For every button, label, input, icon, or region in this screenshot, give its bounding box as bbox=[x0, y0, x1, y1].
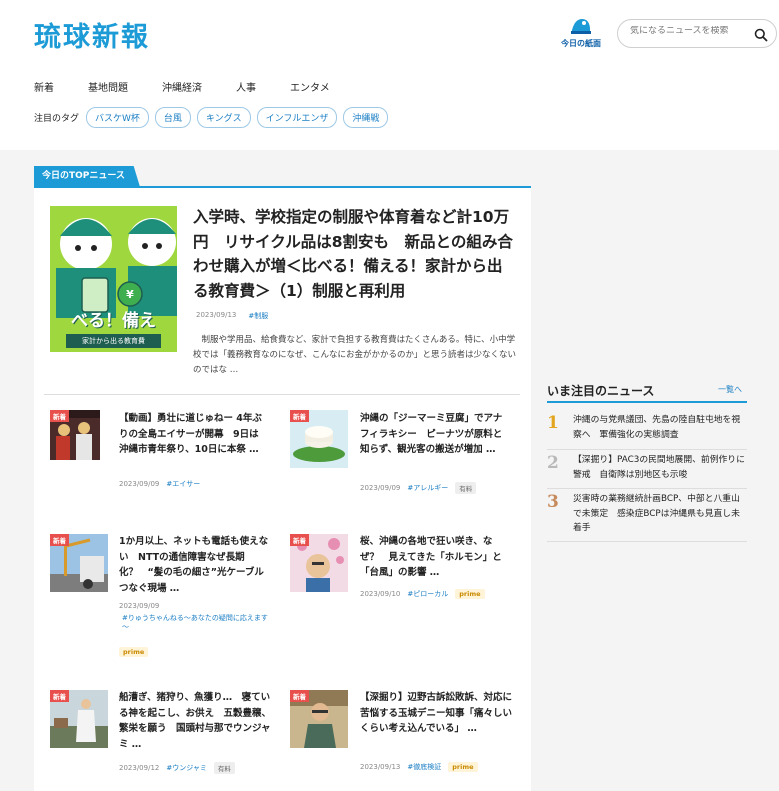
article-meta-label: prime bbox=[112, 639, 149, 658]
tag-link[interactable]: 台風 bbox=[154, 107, 191, 128]
search-box bbox=[617, 19, 777, 48]
lead-article-date: 2023/09/13 bbox=[196, 311, 237, 319]
rank-number: 2 bbox=[547, 453, 559, 473]
todays-paper-link[interactable]: 今日の紙面 bbox=[558, 16, 604, 49]
article-thumbnail[interactable]: 新着 bbox=[50, 690, 108, 748]
article-date: 2023/09/09 bbox=[360, 484, 401, 492]
svg-text:¥: ¥ bbox=[126, 288, 134, 301]
article-thumbnail[interactable]: 新着 bbox=[290, 534, 348, 592]
article-tag[interactable]: #エイサー bbox=[166, 479, 200, 489]
site-logo[interactable]: 琉球新報 bbox=[34, 15, 150, 54]
lead-article-meta: 2023/09/13 #制服 bbox=[196, 311, 268, 321]
article-date: 2023/09/09 bbox=[119, 602, 160, 610]
prime-badge: prime bbox=[119, 647, 149, 657]
rank-number: 1 bbox=[547, 413, 559, 433]
featured-tags-label: 注目のタグ bbox=[34, 114, 80, 124]
article-date: 2023/09/12 bbox=[119, 764, 160, 772]
lead-image-caption-2: 家計から出る教育費 bbox=[66, 334, 161, 348]
new-badge: 新着 bbox=[50, 534, 69, 546]
article-title[interactable]: 沖縄の「ジーマーミ豆腐」でアナフィラキシー ピーナツが原料と知らず、観光客の搬送… bbox=[360, 411, 510, 458]
nav-item-economy[interactable]: 沖縄経済 bbox=[162, 79, 202, 94]
article-thumbnail[interactable]: 新着 bbox=[290, 690, 348, 748]
lead-article-title[interactable]: 入学時、学校指定の制服や体育着など計10万円 リサイクル品は8割安も 新品との組… bbox=[193, 205, 518, 303]
nav-item-new[interactable]: 新着 bbox=[34, 79, 54, 94]
prime-badge: prime bbox=[455, 589, 485, 599]
top-news-label: 今日のTOPニュース bbox=[34, 166, 140, 187]
article-thumbnail[interactable]: 新着 bbox=[290, 410, 348, 468]
search-icon[interactable] bbox=[754, 27, 768, 46]
rank-number: 3 bbox=[547, 492, 559, 512]
tag-link[interactable]: インフルエンザ bbox=[256, 107, 338, 128]
article-tag[interactable]: #ウンジャミ bbox=[166, 763, 207, 773]
article-date: 2023/09/10 bbox=[360, 590, 401, 598]
trending-item[interactable]: 3 災害時の業務継続計画BCP、中部と八重山で未策定 感染症BCPは沖縄県も見直… bbox=[547, 492, 747, 542]
divider bbox=[44, 394, 520, 395]
featured-tags: 注目のタグ バスケW杯 台風 キングス インフルエンザ 沖縄戦 bbox=[34, 107, 394, 128]
main-nav: 新着 基地問題 沖縄経済 人事 エンタメ bbox=[34, 79, 364, 94]
article-title[interactable]: 船漕ぎ、猪狩り、魚獲り… 寝ている神を起こし、お供え 五穀豊穣、繁栄を願う 国頭… bbox=[119, 690, 274, 752]
article-meta: 2023/09/09 #アレルギー 有料 bbox=[360, 482, 477, 494]
paid-badge: 有料 bbox=[455, 482, 477, 494]
article-title[interactable]: 【深掘り】辺野古訴訟敗訴、対応に苦悩する玉城デニー知事「痛々しいくらい考え込んで… bbox=[360, 690, 515, 737]
newspaper-icon bbox=[571, 19, 591, 34]
site-header: 琉球新報 今日の紙面 bbox=[0, 0, 779, 60]
article-title[interactable]: 【動画】勇壮に道じゅねー 4年ぶりの全島エイサーが開幕 9日は沖縄市青年祭り、1… bbox=[119, 411, 262, 458]
prime-badge: prime bbox=[448, 762, 478, 772]
article-meta: 2023/09/09 #エイサー bbox=[119, 479, 200, 489]
article-tag[interactable]: #りゅうちゃんねる～あなたの疑問に応えます～ bbox=[122, 614, 274, 632]
article-thumbnail[interactable]: 新着 bbox=[50, 534, 108, 592]
trending-news-more-link[interactable]: 一覧へ bbox=[718, 384, 742, 395]
article-title[interactable]: 1か月以上、ネットも電話も使えない NTTの通信障害なぜ長期化？ “髪の毛の細さ… bbox=[119, 534, 269, 596]
new-badge: 新着 bbox=[50, 410, 69, 422]
new-badge: 新着 bbox=[290, 690, 309, 702]
article-title[interactable]: 桜、沖縄の各地で狂い咲き、なぜ？ 見えてきた「ホルモン」と「台風」の影響 … bbox=[360, 534, 510, 581]
search-input[interactable] bbox=[630, 26, 748, 36]
todays-paper-label: 今日の紙面 bbox=[561, 39, 601, 48]
nav-item-base-issues[interactable]: 基地問題 bbox=[88, 79, 128, 94]
tag-link[interactable]: バスケW杯 bbox=[86, 107, 149, 128]
new-badge: 新着 bbox=[290, 410, 309, 422]
trending-news-title: いま注目のニュース bbox=[547, 384, 655, 398]
decorative-banner bbox=[0, 60, 779, 66]
article-date: 2023/09/09 bbox=[119, 480, 160, 488]
nav-item-personnel[interactable]: 人事 bbox=[236, 79, 256, 94]
new-badge: 新着 bbox=[50, 690, 69, 702]
lead-article-description: 制服や学用品、給食費など、家計で負担する教育費はたくさんある。特に、小中学校では… bbox=[193, 335, 517, 375]
tag-link[interactable]: キングス bbox=[196, 107, 251, 128]
article-meta: 2023/09/10 #ピローカル prime bbox=[360, 589, 485, 599]
trending-news-underline bbox=[547, 401, 747, 403]
lead-article-image[interactable]: ¥ べる！備え 家計から出る教育費 bbox=[50, 206, 177, 352]
article-date: 2023/09/13 bbox=[360, 763, 401, 771]
article-thumbnail[interactable]: 新着 bbox=[50, 410, 100, 460]
trending-item[interactable]: 2 【深掘り】PAC3の民間地展開、前例作りに警戒 自衛隊は別地区も示唆 bbox=[547, 453, 747, 489]
trending-item-text: 【深掘り】PAC3の民間地展開、前例作りに警戒 自衛隊は別地区も示唆 bbox=[573, 455, 745, 480]
tag-link[interactable]: 沖縄戦 bbox=[343, 107, 389, 128]
article-tag[interactable]: #徹底検証 bbox=[407, 762, 441, 772]
article-tag[interactable]: #ピローカル bbox=[407, 589, 448, 599]
paid-badge: 有料 bbox=[213, 762, 235, 774]
article-meta: 2023/09/13 #徹底検証 prime bbox=[360, 762, 478, 772]
article-tag[interactable]: #アレルギー bbox=[407, 483, 448, 493]
article-meta: 2023/09/12 #ウンジャミ 有料 bbox=[119, 762, 235, 774]
trending-item-text: 沖縄の与党県議団、先島の陸自駐屯地を視察へ 軍備強化の実態調査 bbox=[573, 415, 741, 440]
lead-article-tag[interactable]: #制服 bbox=[248, 311, 268, 321]
article-meta: 2023/09/09 bbox=[119, 602, 159, 610]
trending-item[interactable]: 1 沖縄の与党県議団、先島の陸自駐屯地を視察へ 軍備強化の実態調査 bbox=[547, 413, 747, 450]
new-badge: 新着 bbox=[290, 534, 309, 546]
trending-item-text: 災害時の業務継続計画BCP、中部と八重山で未策定 感染症BCPは沖縄県も見直し未… bbox=[573, 494, 740, 533]
nav-item-entertainment[interactable]: エンタメ bbox=[290, 79, 330, 94]
lead-image-caption-1: べる！備え bbox=[71, 311, 156, 331]
